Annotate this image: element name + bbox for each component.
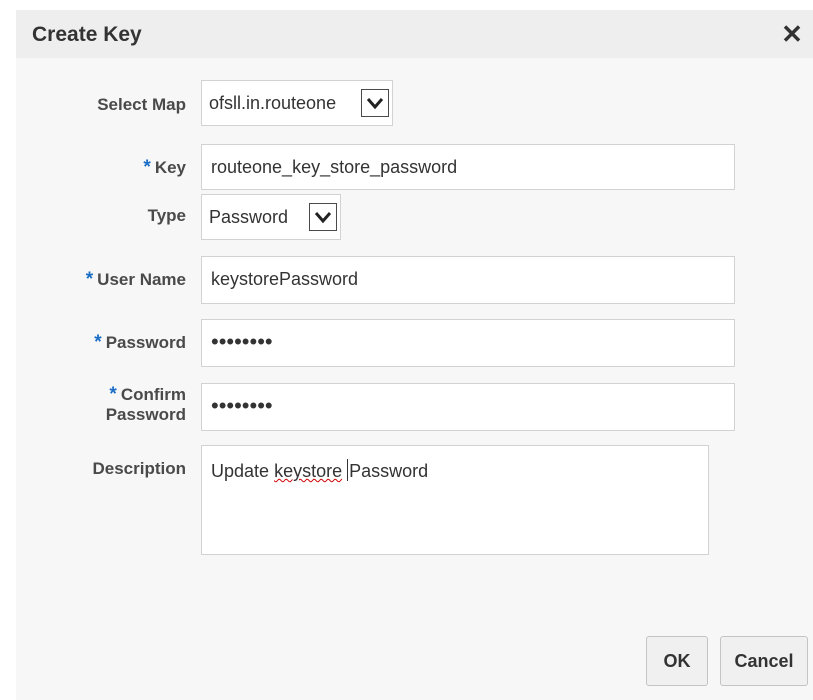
- ok-button[interactable]: OK: [646, 636, 708, 686]
- password-input[interactable]: ••••••••: [201, 319, 735, 367]
- required-marker: *: [94, 332, 102, 353]
- confirm-password-label: * Confirm Password: [105, 384, 186, 425]
- type-label: Type: [147, 206, 186, 225]
- text-cursor: [347, 459, 349, 481]
- cancel-button[interactable]: Cancel: [720, 636, 808, 686]
- dialog-body: Select Map ofsll.in.routeone * Key routeo…: [16, 58, 813, 700]
- user-name-label: * User Name: [85, 269, 186, 290]
- password-label: * Password: [94, 332, 186, 353]
- spellcheck-word: keystore: [274, 461, 343, 481]
- description-label: Description: [92, 459, 186, 478]
- dialog-title: Create Key: [32, 23, 142, 46]
- chevron-down-icon[interactable]: [309, 203, 337, 231]
- chevron-down-icon[interactable]: [361, 89, 389, 117]
- confirm-password-input[interactable]: ••••••••: [201, 383, 735, 431]
- description-textarea[interactable]: Update keystore Password: [201, 445, 709, 555]
- required-marker: *: [143, 157, 151, 178]
- key-label: * Key: [143, 157, 186, 178]
- key-input[interactable]: routeone_key_store_password: [201, 144, 735, 190]
- type-dropdown[interactable]: Password: [201, 194, 341, 240]
- required-marker: *: [85, 269, 94, 290]
- select-map-label: Select Map: [97, 95, 186, 114]
- close-icon[interactable]: ✕: [778, 19, 806, 49]
- create-key-dialog: Create Key ✕ Select Map ofsll.in.routeon…: [16, 10, 813, 700]
- required-marker: *: [109, 384, 117, 405]
- select-map-value: ofsll.in.routeone: [209, 93, 337, 113]
- dialog-header: Create Key ✕: [16, 10, 813, 58]
- select-map-dropdown[interactable]: ofsll.in.routeone: [201, 80, 393, 126]
- user-name-input[interactable]: keystorePassword: [201, 256, 735, 304]
- type-value: Password: [209, 207, 289, 227]
